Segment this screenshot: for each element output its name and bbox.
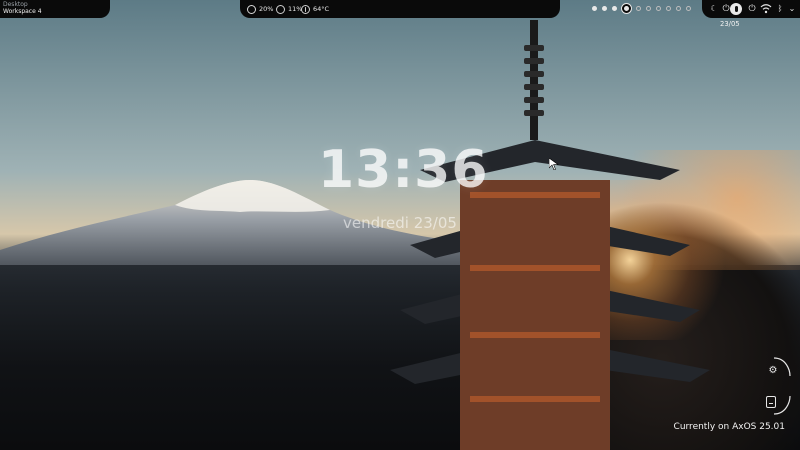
- workspace-panel[interactable]: Desktop Workspace 4: [0, 0, 110, 18]
- os-version-label: Currently on AxOS 25.01: [673, 422, 785, 432]
- temperature-stat[interactable]: 64°C: [301, 3, 329, 15]
- desktop-clock-time: 13:36: [318, 140, 489, 200]
- power-button-icon[interactable]: ⏻: [746, 3, 758, 15]
- chevron-down-icon[interactable]: ⌄: [786, 3, 798, 15]
- workspace-dot-10[interactable]: [686, 6, 691, 11]
- workspace-switcher: [592, 4, 691, 13]
- workspace-dot-8[interactable]: [666, 6, 671, 11]
- memory-icon: [276, 4, 285, 14]
- center-bar: 20% 11% 64°C 13:36 • vendredi 23/05: [240, 0, 750, 28]
- workspace-dot-7[interactable]: [656, 6, 661, 11]
- workspace-panel-label-bottom: Workspace 4: [3, 8, 42, 15]
- workspace-dot-4[interactable]: [622, 4, 631, 13]
- cpu-value: 20%: [259, 5, 274, 13]
- memory-stat[interactable]: 11%: [276, 3, 302, 15]
- gear-icon[interactable]: ⚙: [767, 365, 779, 377]
- moon-icon[interactable]: ☾: [708, 3, 720, 15]
- workspace-dot-2[interactable]: [602, 6, 607, 11]
- workspace-dot-5[interactable]: [636, 6, 641, 11]
- thermometer-icon: [301, 4, 310, 14]
- wifi-icon[interactable]: [760, 3, 772, 15]
- cpu-icon: [247, 4, 256, 14]
- workspace-dot-1[interactable]: [592, 6, 597, 11]
- bluetooth-icon[interactable]: ᛒ: [774, 3, 786, 15]
- workspace-dot-9[interactable]: [676, 6, 681, 11]
- toggle-icon[interactable]: [730, 3, 742, 15]
- temperature-value: 64°C: [313, 5, 330, 13]
- system-tray: ☾ ⏻ ⏻ ᛒ ⌄: [702, 0, 800, 18]
- cpu-stat[interactable]: 20%: [247, 3, 273, 15]
- document-icon[interactable]: [766, 396, 776, 408]
- workspace-dot-6[interactable]: [646, 6, 651, 11]
- desktop-clock-date: vendredi 23/05: [343, 214, 457, 232]
- mouse-cursor-icon: [549, 158, 559, 170]
- workspace-dot-3[interactable]: [612, 6, 617, 11]
